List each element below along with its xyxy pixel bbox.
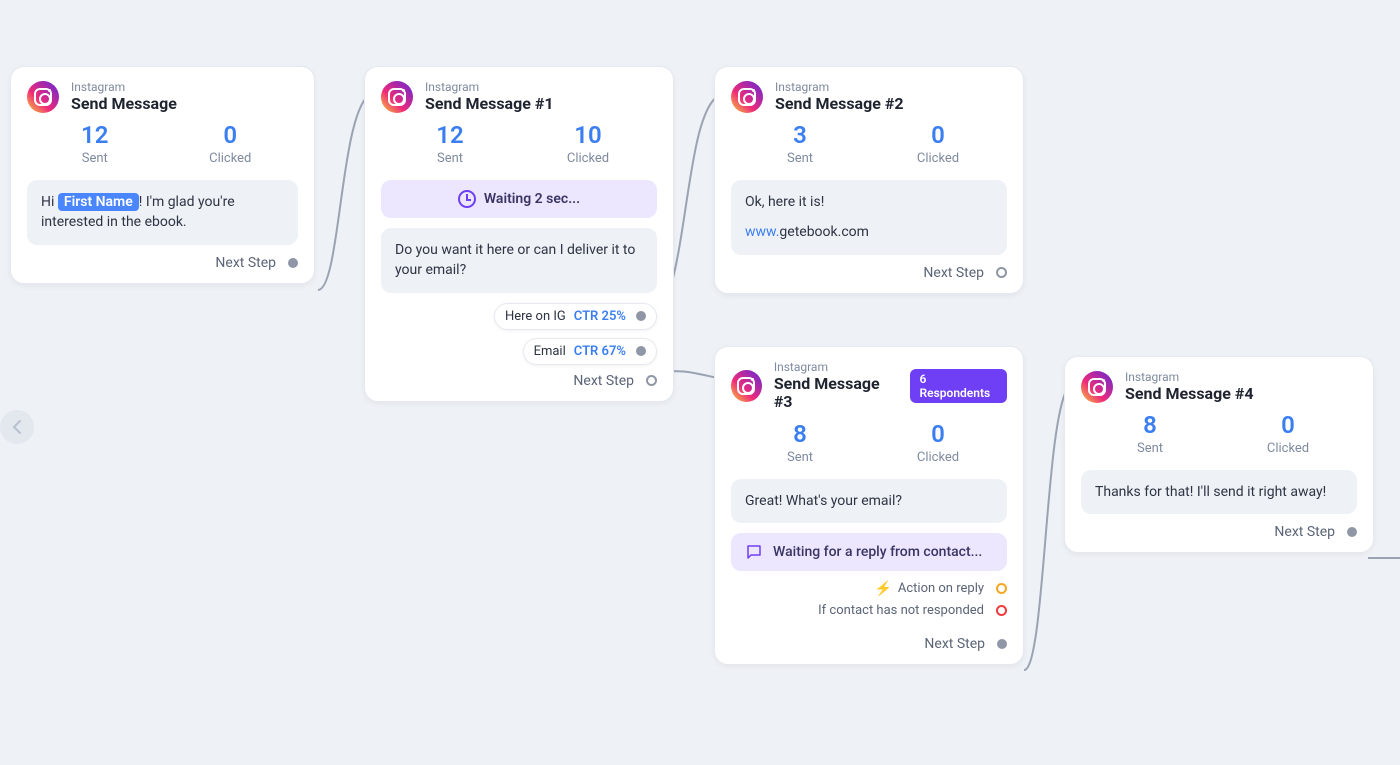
instagram-icon bbox=[1081, 371, 1113, 403]
wait-for-reply-block: Waiting for a reply from contact... bbox=[731, 533, 1007, 571]
next-step-link[interactable]: Next Step bbox=[731, 636, 1007, 652]
card-platform: Instagram bbox=[774, 361, 898, 375]
flow-card-send-message-2[interactable]: Instagram Send Message #2 3 Sent 0 Click… bbox=[714, 66, 1024, 294]
card-title: Send Message #4 bbox=[1125, 385, 1254, 403]
clock-icon bbox=[458, 190, 476, 208]
stat-sent: 8 Sent bbox=[1110, 411, 1190, 456]
flow-card-send-message-3[interactable]: Instagram Send Message #3 6 Respondents … bbox=[714, 346, 1024, 665]
respondents-badge: 6 Respondents bbox=[910, 369, 1007, 403]
stat-clicked: 0 Clicked bbox=[898, 420, 978, 465]
message-preview: Great! What's your email? bbox=[731, 479, 1007, 523]
message-preview: Thanks for that! I'll send it right away… bbox=[1081, 470, 1357, 514]
stat-clicked: 10 Clicked bbox=[548, 121, 628, 166]
stat-sent: 12 Sent bbox=[410, 121, 490, 166]
flow-card-send-message-1[interactable]: Instagram Send Message #1 12 Sent 10 Cli… bbox=[364, 66, 674, 402]
next-step-link[interactable]: Next Step bbox=[1081, 524, 1357, 540]
node-output-dot[interactable] bbox=[288, 258, 298, 268]
instagram-icon bbox=[731, 370, 762, 402]
bolt-icon: ⚡ bbox=[874, 581, 891, 597]
node-output-dot[interactable] bbox=[997, 639, 1007, 649]
card-title: Send Message #1 bbox=[425, 95, 554, 113]
quick-reply-here-on-ig[interactable]: Here on IG CTR 25% bbox=[494, 303, 657, 330]
chat-bubble-icon bbox=[745, 543, 763, 561]
wait-block: Waiting 2 sec... bbox=[381, 180, 657, 218]
stat-clicked: 0 Clicked bbox=[898, 121, 978, 166]
message-preview: Ok, here it is! www.getebook.com bbox=[731, 180, 1007, 255]
instagram-icon bbox=[381, 81, 413, 113]
quick-reply-email[interactable]: Email CTR 67% bbox=[523, 338, 657, 365]
card-platform: Instagram bbox=[71, 81, 177, 95]
node-output-dot[interactable] bbox=[1347, 527, 1357, 537]
merge-tag-first-name: First Name bbox=[58, 193, 139, 211]
node-output-dot-open[interactable] bbox=[996, 267, 1007, 278]
node-output-dot[interactable] bbox=[636, 311, 646, 321]
stat-sent: 8 Sent bbox=[760, 420, 840, 465]
flow-card-send-message[interactable]: Instagram Send Message 12 Sent 0 Clicked… bbox=[10, 66, 315, 284]
node-output-dot-yellow[interactable] bbox=[996, 583, 1007, 594]
no-response-link[interactable]: If contact has not responded bbox=[731, 603, 1007, 618]
stat-sent: 12 Sent bbox=[55, 121, 135, 166]
node-output-dot-red[interactable] bbox=[996, 605, 1007, 616]
card-title: Send Message #3 bbox=[774, 375, 898, 412]
message-preview: Do you want it here or can I deliver it … bbox=[381, 228, 657, 293]
node-output-dot[interactable] bbox=[636, 346, 646, 356]
message-preview: Hi First Name! I'm glad you're intereste… bbox=[27, 180, 298, 245]
flow-card-send-message-4[interactable]: Instagram Send Message #4 8 Sent 0 Click… bbox=[1064, 356, 1374, 553]
instagram-icon bbox=[731, 81, 763, 113]
next-step-link[interactable]: Next Step bbox=[27, 255, 298, 271]
stat-sent: 3 Sent bbox=[760, 121, 840, 166]
chevron-left-icon bbox=[12, 420, 22, 434]
card-platform: Instagram bbox=[425, 81, 554, 95]
action-on-reply-link[interactable]: ⚡ Action on reply bbox=[731, 581, 1007, 597]
card-title: Send Message #2 bbox=[775, 95, 904, 113]
nav-prev-button[interactable] bbox=[0, 410, 34, 444]
card-title: Send Message bbox=[71, 95, 177, 113]
next-step-link[interactable]: Next Step bbox=[731, 265, 1007, 281]
node-output-dot-open[interactable] bbox=[646, 375, 657, 386]
link-url-prefix: www. bbox=[745, 224, 779, 240]
instagram-icon bbox=[27, 81, 59, 113]
stat-clicked: 0 Clicked bbox=[1248, 411, 1328, 456]
card-platform: Instagram bbox=[1125, 371, 1254, 385]
card-platform: Instagram bbox=[775, 81, 904, 95]
next-step-link[interactable]: Next Step bbox=[381, 373, 657, 389]
stat-clicked: 0 Clicked bbox=[190, 121, 270, 166]
